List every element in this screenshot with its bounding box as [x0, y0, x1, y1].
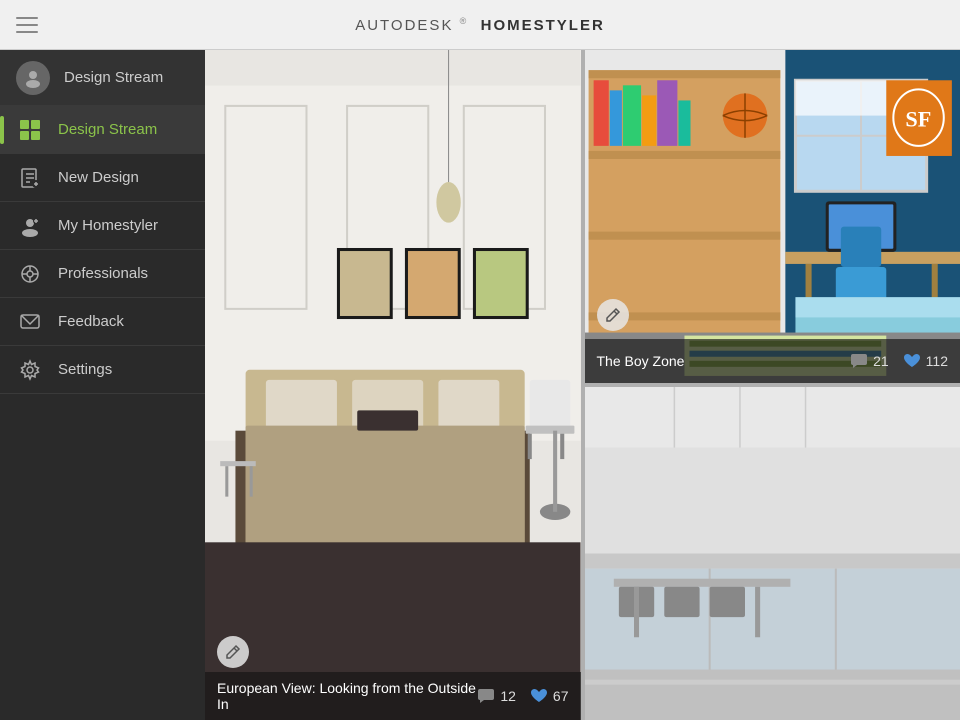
sidebar-settings-label: Settings	[58, 361, 112, 378]
sidebar-item-sign-in[interactable]: Design Stream	[0, 50, 205, 106]
bedroom-like-count: 67	[553, 688, 569, 704]
title-suffix: HOMESTYLER	[481, 17, 605, 34]
boyzone-title: The Boy Zone	[597, 353, 685, 369]
boyzone-image: SF	[585, 50, 960, 383]
sidebar-professionals-label: Professionals	[58, 265, 148, 282]
boyzone-stats: 21 112	[850, 353, 948, 369]
tile-bedroom[interactable]: European View: Looking from the Outside …	[205, 50, 581, 720]
boyzone-like-count: 112	[926, 353, 948, 369]
boyzone-comment-count: 21	[873, 353, 889, 369]
sidebar-item-new-design[interactable]: New Design	[0, 154, 205, 202]
bedroom-comments: 12	[477, 688, 516, 704]
menu-button[interactable]	[16, 17, 38, 33]
sidebar: Design Stream Design Stream	[0, 50, 205, 720]
caption-bar-bedroom: European View: Looking from the Outside …	[205, 672, 581, 720]
edit-badge-bedroom[interactable]	[217, 636, 249, 668]
professionals-icon	[16, 260, 44, 288]
sidebar-item-my-homestyler[interactable]: My Homestyler	[0, 202, 205, 250]
my-homestyler-icon	[16, 212, 44, 240]
active-indicator	[0, 116, 4, 144]
sidebar-item-professionals[interactable]: Professionals	[0, 250, 205, 298]
sign-in-label: Design Stream	[64, 69, 163, 86]
sidebar-new-design-label: New Design	[58, 169, 139, 186]
header: AUTODESK ® HOMESTYLER	[0, 0, 960, 50]
boyzone-comments: 21	[850, 353, 889, 369]
svg-text:SF: SF	[905, 107, 931, 132]
sidebar-design-stream-label: Design Stream	[58, 121, 157, 138]
trademark: ®	[460, 16, 469, 26]
sidebar-item-settings[interactable]: Settings	[0, 346, 205, 394]
new-design-icon	[16, 164, 44, 192]
edit-badge-boyzone[interactable]	[597, 299, 629, 331]
bedroom-image	[205, 50, 581, 720]
main-content: European View: Looking from the Outside …	[205, 50, 960, 720]
bedroom-likes: 67	[530, 688, 569, 704]
app-title: AUTODESK ® HOMESTYLER	[355, 16, 605, 34]
avatar	[16, 61, 50, 95]
sidebar-item-feedback[interactable]: Feedback	[0, 298, 205, 346]
sidebar-item-design-stream[interactable]: Design Stream	[0, 106, 205, 154]
feedback-icon	[16, 308, 44, 336]
sidebar-my-homestyler-label: My Homestyler	[58, 217, 158, 234]
tile-modern[interactable]	[585, 387, 960, 720]
design-stream-icon	[16, 116, 44, 144]
sidebar-feedback-label: Feedback	[58, 313, 124, 330]
bedroom-comment-count: 12	[500, 688, 516, 704]
caption-bar-boyzone: The Boy Zone 21 112	[585, 339, 960, 383]
boyzone-likes: 112	[903, 353, 948, 369]
title-prefix: AUTODESK	[355, 17, 453, 34]
bedroom-title: European View: Looking from the Outside …	[217, 680, 477, 712]
settings-icon	[16, 356, 44, 384]
tile-boyzone[interactable]: SF The Boy Zone 21	[585, 50, 960, 383]
bedroom-stats: 12 67	[477, 688, 568, 704]
modern-image	[585, 387, 960, 720]
